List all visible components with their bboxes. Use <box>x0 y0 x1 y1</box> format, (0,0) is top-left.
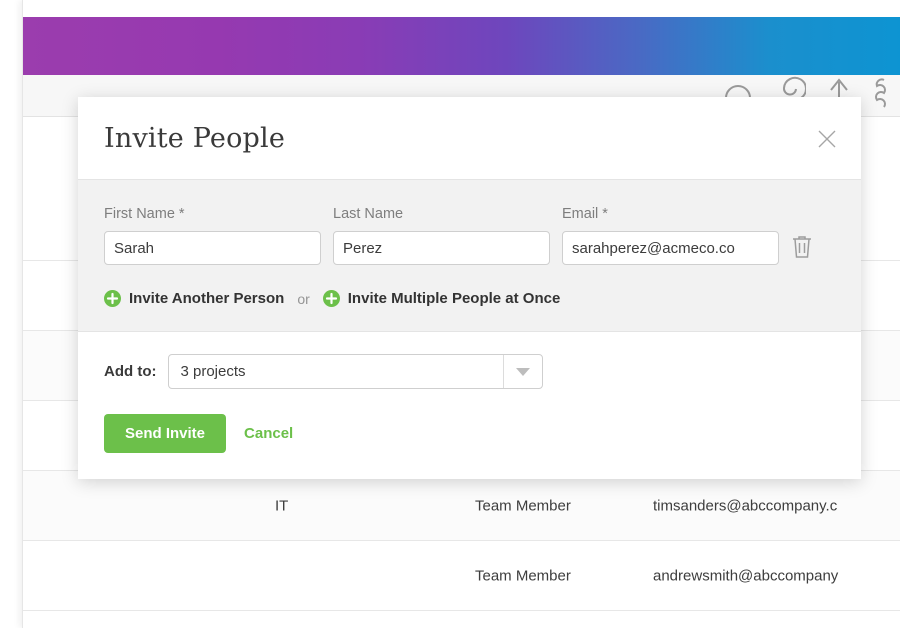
app-header-gradient-bar <box>23 17 900 75</box>
first-name-input[interactable] <box>104 231 321 265</box>
invite-multiple-people-button[interactable]: Invite Multiple People at Once <box>322 290 561 307</box>
dialog-header: Invite People <box>78 97 861 180</box>
plus-circle-icon <box>322 290 340 307</box>
invite-multiple-people-label: Invite Multiple People at Once <box>347 290 561 307</box>
cell-email: timsanders@abccompany.c <box>653 497 838 514</box>
email-label: Email * <box>562 206 608 222</box>
send-invite-button[interactable]: Send Invite <box>104 414 227 453</box>
chevron-down-icon[interactable] <box>503 355 542 388</box>
caret-shape <box>516 367 531 376</box>
cell-role: Team Member <box>475 497 571 514</box>
first-name-group: First Name * <box>104 206 321 265</box>
cell-email: andrewsmith@abccompany <box>653 567 839 584</box>
invite-another-person-button[interactable]: Invite Another Person <box>104 290 284 307</box>
add-invitee-links: Invite Another Person or Invite Multiple… <box>104 290 835 307</box>
table-row[interactable]: Team Member andrewsmith@abccompany <box>23 541 900 611</box>
plus-circle-icon <box>104 290 121 307</box>
invite-people-dialog: Invite People First Name * Last Name E <box>78 97 861 479</box>
page-title: Invite People <box>104 123 286 154</box>
invite-another-person-label: Invite Another Person <box>129 290 285 307</box>
last-name-label: Last Name <box>333 206 404 222</box>
email-group: Email * <box>562 206 779 265</box>
or-separator: or <box>297 290 310 307</box>
add-to-row: Add to: 3 projects <box>104 354 835 389</box>
add-to-label: Add to: <box>104 363 157 380</box>
invitee-row: First Name * Last Name Email * <box>104 206 835 265</box>
trash-icon[interactable] <box>791 234 813 260</box>
last-name-group: Last Name <box>333 206 550 265</box>
close-icon[interactable] <box>814 126 840 152</box>
dialog-body: First Name * Last Name Email * <box>78 180 861 332</box>
dialog-footer: Add to: 3 projects Send Invite Cancel <box>78 332 861 479</box>
table-row[interactable]: IT Team Member timsanders@abccompany.c <box>23 471 900 541</box>
cell-role: Team Member <box>475 567 571 584</box>
dialog-actions: Send Invite Cancel <box>104 414 835 453</box>
cell-department: IT <box>275 497 289 514</box>
cancel-button[interactable]: Cancel <box>244 425 293 442</box>
screen: er) x@pr pany. mpany IT Team Member tims… <box>0 0 900 628</box>
projects-select-value: 3 projects <box>180 363 246 380</box>
projects-select[interactable]: 3 projects <box>168 354 544 389</box>
email-field[interactable] <box>562 231 779 265</box>
squiggle-icon[interactable] <box>872 74 890 120</box>
first-name-label: First Name * <box>104 206 185 222</box>
last-name-input[interactable] <box>333 231 550 265</box>
